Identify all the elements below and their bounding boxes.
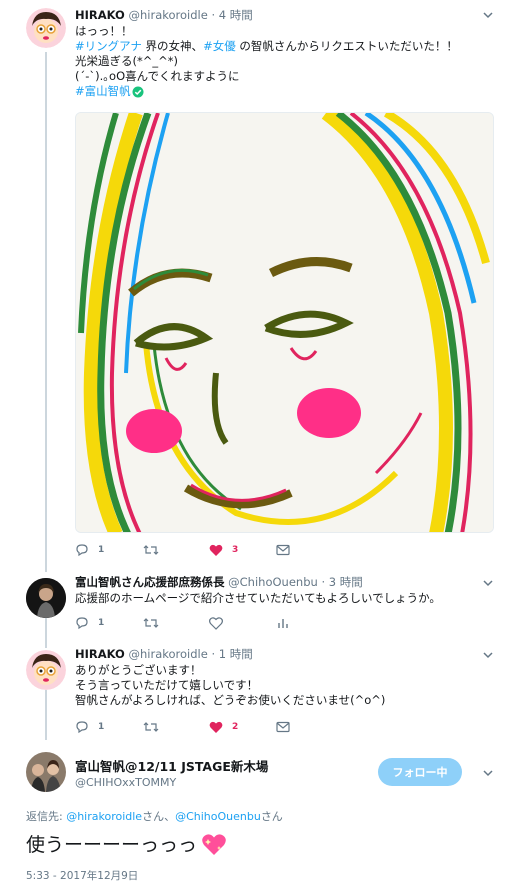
tweet-header: HIRAKO @hirakoroidle · 4 時間 [75,8,497,23]
retweet-icon [143,722,159,732]
reply-count: 1 [98,722,105,732]
author-name[interactable]: 富山智帆さん応援部庶務係長 [75,575,225,589]
sparkling-heart-icon [202,834,226,855]
reply-count: 1 [98,618,105,628]
chevron-down-icon[interactable] [481,576,495,590]
tweet-line: (´-`).｡oO喜んでくれますように [75,69,240,83]
tweet-text: はっっ！！ #リングアナ 界の女神、#女優 の智帆さんからリクエストいただいた！… [75,24,497,99]
reply-icon [76,617,88,630]
hashtag-link[interactable]: #女優 [203,39,236,53]
reply-count: 1 [98,545,105,555]
author-name[interactable]: HIRAKO [75,8,125,22]
heart-icon [209,544,223,556]
retweet-icon [143,618,159,628]
author-handle[interactable]: @CHIHOxxTOMMY [75,776,176,789]
like-button[interactable]: 2 [209,719,238,735]
bar-chart-icon [278,619,288,628]
author-name[interactable]: HIRAKO [75,647,125,661]
envelope-icon [276,721,290,733]
heart-icon [209,616,223,630]
author-handle[interactable]: @hirakoroidle [129,8,208,22]
like-button[interactable]: 3 [209,542,238,558]
separator-dot: · [321,575,326,589]
author-name[interactable]: 富山智帆@12/11 JSTAGE新木場 [75,756,268,775]
retweet-button[interactable] [143,615,168,631]
tweet-line: そう言っていただけて嬉しいです！ [75,678,259,692]
analytics-button[interactable] [276,615,290,631]
tweet-line: はっっ！！ [75,24,133,38]
tweet-header: HIRAKO @hirakoroidle · 1 時間 [75,647,497,662]
reply-separator: さん、 [142,810,176,823]
tweet-actions: 1 [75,615,335,631]
reply-prefix: 返信先: [26,810,67,823]
author-handle[interactable]: @hirakoroidle [129,647,208,661]
retweet-button[interactable] [143,719,168,735]
tweet-main-text: 使うーーーーっっっ [26,834,198,856]
tweet-text: 使うーーーーっっっ [26,832,227,858]
like-count: 3 [232,545,239,555]
tweet-line: 智帆さんがよろしければ、どうぞお使いくださいませ(^o^) [75,693,386,707]
avatar[interactable] [26,578,66,618]
tweet-timestamp[interactable]: 5:33 - 2017年12月9日 [26,868,138,883]
reply-separator: さん [260,810,283,823]
tweet-actions: 1 2 [75,719,335,735]
hashtag-link[interactable]: #リングアナ [75,39,142,53]
envelope-icon [276,544,290,556]
tweet-fragment: 界の女神、 [141,39,204,53]
chevron-down-icon[interactable] [481,648,495,662]
heart-icon [209,721,223,733]
following-button[interactable]: フォロー中 [378,758,462,786]
replying-to: 返信先: @hirakoroidleさん、@ChihoOuenbuさん [26,808,283,824]
tweet-line: ありがとうございます！ [75,663,202,677]
tweet-text: ありがとうございます！ そう言っていただけて嬉しいです！ 智帆さんがよろしければ… [75,663,497,708]
retweet-button[interactable] [143,542,168,558]
reply-button[interactable]: 1 [75,615,104,631]
tweet-fragment: の智帆さんからリクエストいただいた！！ [235,39,458,53]
like-button[interactable] [209,615,232,631]
tweet-line: 光栄過ぎる(*^_^*) [75,54,178,68]
retweet-icon [143,545,159,555]
hashtag-link[interactable]: #富山智帆 [75,84,131,99]
avatar[interactable] [26,752,66,792]
separator-dot: · [211,647,216,661]
tweet-time[interactable]: 3 時間 [329,575,363,589]
separator-dot: · [211,8,216,22]
avatar[interactable] [26,650,66,690]
tweet-actions: 1 3 [75,542,335,558]
chevron-down-icon[interactable] [481,8,495,22]
tweet-line: #富山智帆 [75,84,497,99]
tweet-text: 応援部のホームページで紹介させていただいてもよろしいでしょうか。 [75,591,441,605]
direct-message-button[interactable] [276,719,290,735]
avatar[interactable] [26,8,66,48]
tweet-media-image[interactable] [75,112,494,533]
tweet-time[interactable]: 1 時間 [219,647,253,661]
reply-icon [76,544,88,557]
tweet-header: 富山智帆さん応援部庶務係長 @ChihoOuenbu · 3 時間 [75,575,497,590]
reply-user-link[interactable]: @ChihoOuenbu [175,810,261,823]
verified-icon [132,86,144,97]
reply-user-link[interactable]: @hirakoroidle [66,810,142,823]
author-handle[interactable]: @ChihoOuenbu [228,575,318,589]
like-count: 2 [232,722,239,732]
reply-button[interactable]: 1 [75,719,104,735]
tweet-time[interactable]: 4 時間 [219,8,253,22]
tweet-line: #リングアナ 界の女神、#女優 の智帆さんからリクエストいただいた！！ [75,39,497,54]
tweet-item[interactable]: HIRAKO @hirakoroidle · 4 時間 はっっ！！ #リングアナ… [0,0,517,570]
direct-message-button[interactable] [276,542,290,558]
reply-icon [76,721,88,734]
chevron-down-icon[interactable] [481,766,495,780]
reply-button[interactable]: 1 [75,542,104,558]
